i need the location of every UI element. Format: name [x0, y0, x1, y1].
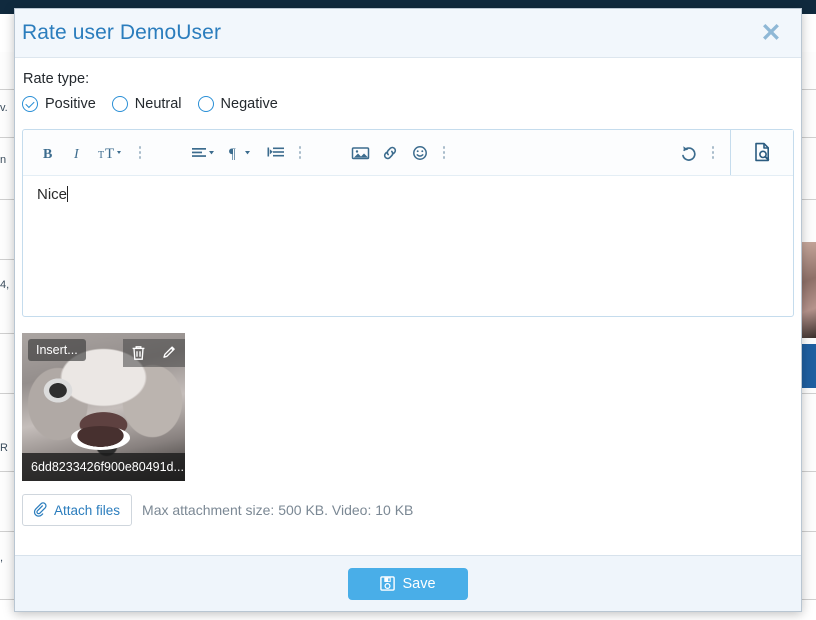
pencil-icon[interactable] [154, 339, 185, 367]
undo-icon[interactable] [674, 138, 704, 168]
font-size-icon[interactable]: T T [93, 138, 131, 168]
background-thumbnail [802, 242, 816, 338]
save-button-label: Save [402, 575, 436, 592]
radio-option-neutral[interactable]: Neutral [111, 96, 182, 112]
radio-label-positive: Positive [45, 96, 96, 112]
link-icon[interactable] [375, 138, 405, 168]
rich-text-editor: B I T T ¶ Nice [22, 129, 794, 317]
dialog-body: Rate type: Positive Neutral Negative B I… [15, 58, 801, 555]
more-insert-options-icon[interactable] [435, 138, 453, 168]
svg-text:¶: ¶ [229, 146, 236, 161]
background-text-fragment: , [0, 552, 4, 564]
more-history-options-icon[interactable] [704, 138, 722, 168]
bold-icon[interactable]: B [33, 138, 63, 168]
background-action-button[interactable] [802, 344, 816, 388]
svg-text:T: T [98, 150, 104, 161]
toolbar-group-history [674, 130, 793, 175]
attachment-thumbnail[interactable]: Insert... 6dd8233426f900e80491d... [22, 333, 185, 481]
attach-files-row: Attach files Max attachment size: 500 KB… [22, 494, 794, 526]
attachment-insert-button[interactable]: Insert... [28, 339, 86, 361]
more-paragraph-options-icon[interactable] [291, 138, 309, 168]
preview-source-icon[interactable] [730, 130, 793, 175]
paperclip-icon [32, 502, 48, 518]
svg-text:T: T [105, 146, 114, 161]
rate-type-radio-group: Positive Neutral Negative [22, 96, 794, 112]
attach-files-button[interactable]: Attach files [22, 494, 133, 526]
background-text-fragment: n [0, 154, 7, 166]
background-text-fragment: R [0, 442, 8, 454]
rate-user-dialog: Rate user DemoUser ✕ Rate type: Positive… [14, 8, 802, 612]
toolbar-group-insert [345, 138, 435, 168]
radio-indicator-negative [197, 96, 214, 112]
attachment-list: Insert... 6dd8233426f900e80491d... [22, 333, 794, 481]
svg-text:B: B [43, 147, 52, 161]
rate-type-label: Rate type: [23, 71, 90, 87]
floppy-disk-icon [380, 576, 396, 591]
background-text-fragment: 4, [0, 279, 10, 291]
attachment-size-hint: Max attachment size: 500 KB. Video: 10 K… [142, 502, 414, 518]
toolbar-group-paragraph: ¶ [185, 138, 291, 168]
radio-label-negative: Negative [220, 96, 278, 112]
text-caret [67, 186, 69, 202]
dialog-title: Rate user DemoUser [22, 21, 222, 44]
image-icon[interactable] [345, 138, 375, 168]
editor-toolbar: B I T T ¶ [23, 130, 793, 176]
radio-option-positive[interactable]: Positive [22, 96, 96, 112]
editor-text-area[interactable]: Nice [23, 176, 793, 316]
trash-icon[interactable] [123, 339, 154, 367]
save-button[interactable]: Save [348, 567, 468, 600]
emoji-icon[interactable] [405, 138, 435, 168]
attachment-actions [123, 339, 185, 367]
close-icon[interactable]: ✕ [757, 19, 785, 47]
radio-indicator-neutral [111, 96, 128, 112]
svg-text:I: I [73, 147, 80, 161]
toolbar-group-text: B I T T [33, 138, 131, 168]
align-left-icon[interactable] [185, 138, 223, 168]
attachment-filename: 6dd8233426f900e80491d... [22, 453, 185, 481]
radio-option-negative[interactable]: Negative [197, 96, 278, 112]
radio-label-neutral: Neutral [134, 96, 182, 112]
indent-icon[interactable] [261, 138, 291, 168]
background-text-fragment: v. [0, 102, 8, 114]
editor-text-value: Nice [37, 186, 68, 203]
attach-files-label: Attach files [54, 502, 121, 518]
radio-indicator-positive [22, 96, 38, 112]
paragraph-icon[interactable]: ¶ [223, 138, 261, 168]
italic-icon[interactable]: I [63, 138, 93, 168]
dialog-footer: Save [15, 555, 801, 611]
dialog-header: Rate user DemoUser ✕ [15, 9, 801, 58]
more-text-options-icon[interactable] [131, 138, 149, 168]
